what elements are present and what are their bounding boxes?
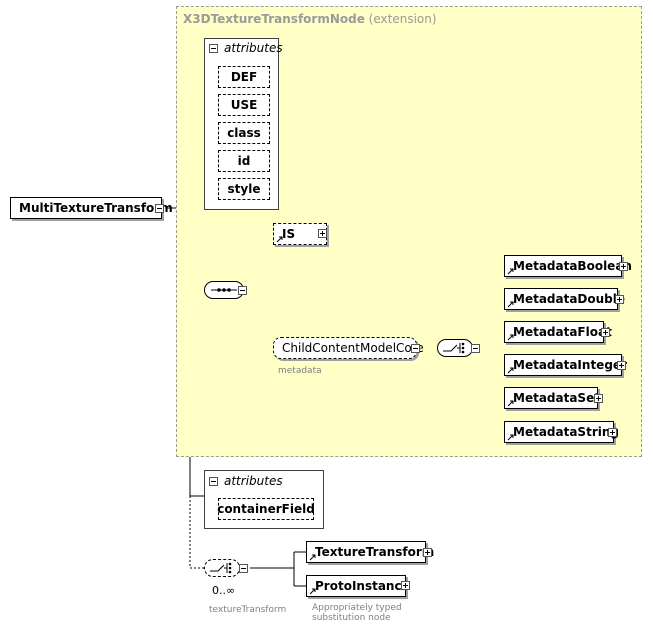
extension-title: X3DTextureTransformNode (extension) xyxy=(183,12,437,26)
element-metadatafloat-label: MetadataFloat xyxy=(513,325,612,339)
texture-choice-note: textureTransform xyxy=(209,605,287,615)
expand-icon[interactable] xyxy=(619,262,628,271)
attributes-heading: attributes xyxy=(224,474,283,488)
element-texturetransform[interactable]: TextureTransform xyxy=(306,541,434,563)
element-metadatastring[interactable]: MetadataString xyxy=(504,421,619,443)
reference-arrow-icon xyxy=(507,434,514,441)
schema-diagram: X3DTextureTransformNode (extension) attr… xyxy=(0,0,653,631)
element-metadatainteger-label: MetadataInteger xyxy=(513,358,627,372)
expand-icon[interactable] xyxy=(608,428,617,437)
collapse-icon[interactable] xyxy=(209,44,218,53)
element-metadatastring-label: MetadataString xyxy=(513,425,619,439)
expand-icon[interactable] xyxy=(601,328,610,337)
collapse-icon[interactable] xyxy=(238,286,247,295)
reference-arrow-icon xyxy=(507,367,514,374)
root-element-multitexturetransform[interactable]: MultiTextureTransform xyxy=(10,197,173,219)
collapse-icon[interactable] xyxy=(411,344,420,353)
expand-icon[interactable] xyxy=(318,229,327,238)
childcontentmodelcore-note: metadata xyxy=(278,366,322,376)
attribute-containerfield[interactable]: containerField xyxy=(217,498,315,520)
element-metadatainteger[interactable]: MetadataInteger xyxy=(504,354,627,376)
reference-arrow-icon xyxy=(507,301,514,308)
texture-choice-compositor-icon[interactable] xyxy=(204,559,240,577)
expand-icon[interactable] xyxy=(617,361,626,370)
attributes-heading: attributes xyxy=(224,41,283,55)
reference-arrow-icon xyxy=(309,554,316,561)
root-element-label: MultiTextureTransform xyxy=(19,201,173,215)
reference-arrow-icon xyxy=(507,400,514,407)
element-protoinstance[interactable]: ProtoInstance xyxy=(306,575,410,597)
group-childcontentmodelcore[interactable]: ChildContentModelCore xyxy=(273,337,424,359)
element-metadataboolean[interactable]: MetadataBoolean xyxy=(504,255,632,277)
collapse-icon[interactable] xyxy=(239,564,248,573)
collapse-icon[interactable] xyxy=(471,344,480,353)
attribute-class[interactable]: class xyxy=(218,122,270,144)
attribute-def[interactable]: DEF xyxy=(218,66,270,88)
element-metadataset[interactable]: MetadataSet xyxy=(504,387,600,409)
expand-icon[interactable] xyxy=(423,548,432,557)
element-texturetransform-label: TextureTransform xyxy=(315,545,435,559)
expand-icon[interactable] xyxy=(615,295,624,304)
reference-arrow-icon xyxy=(507,334,514,341)
element-protoinstance-label: ProtoInstance xyxy=(315,579,410,593)
element-is-label: IS xyxy=(282,227,296,241)
reference-arrow-icon xyxy=(276,236,283,243)
extension-base-type: X3DTextureTransformNode xyxy=(183,12,365,26)
element-metadatadouble-label: MetadataDouble xyxy=(513,292,626,306)
element-metadataset-label: MetadataSet xyxy=(513,391,600,405)
collapse-icon[interactable] xyxy=(209,477,218,486)
attribute-style[interactable]: style xyxy=(218,178,270,200)
expand-icon[interactable] xyxy=(594,394,603,403)
attribute-id[interactable]: id xyxy=(218,150,270,172)
attribute-use[interactable]: USE xyxy=(218,94,270,116)
extension-qualifier: (extension) xyxy=(368,12,437,26)
element-metadataboolean-label: MetadataBoolean xyxy=(513,259,632,273)
collapse-icon[interactable] xyxy=(155,204,164,213)
choice-compositor-icon[interactable] xyxy=(437,339,473,357)
element-metadatadouble[interactable]: MetadataDouble xyxy=(504,288,625,310)
substitution-note: Appropriately typed substitution node xyxy=(312,603,402,623)
reference-arrow-icon xyxy=(309,588,316,595)
element-metadatafloat[interactable]: MetadataFloat xyxy=(504,321,612,343)
texture-cardinality: 0..∞ xyxy=(212,584,236,597)
expand-icon[interactable] xyxy=(401,581,410,590)
group-childcontentmodelcore-label: ChildContentModelCore xyxy=(282,341,424,355)
reference-arrow-icon xyxy=(507,268,514,275)
